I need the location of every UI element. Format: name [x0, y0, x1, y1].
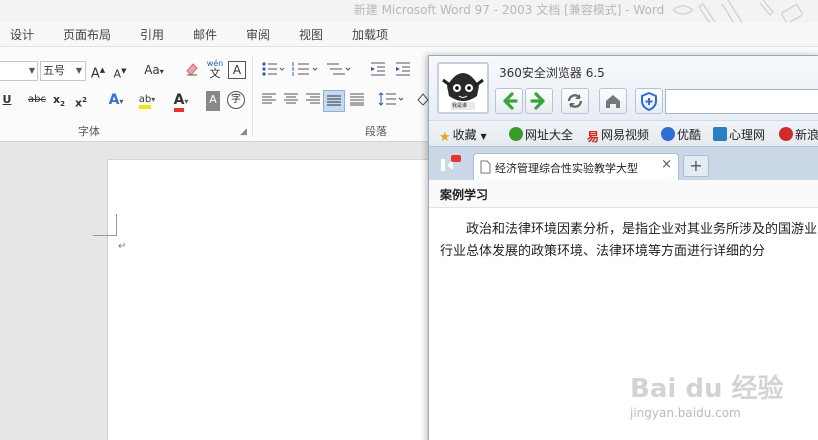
group-label-font: 字体 [78, 125, 100, 138]
plus-globe-icon [509, 127, 523, 141]
font-color-button[interactable]: A▾ [168, 91, 194, 112]
weibo-icon [779, 127, 793, 141]
shield-icon [641, 91, 657, 112]
align-center-icon[interactable] [282, 91, 300, 111]
line-spacing-icon[interactable] [377, 91, 407, 111]
grow-font-button[interactable]: A▲ [90, 61, 106, 81]
new-tab-button[interactable]: + [683, 155, 709, 177]
distributed-icon[interactable] [348, 91, 366, 111]
align-right-icon[interactable] [304, 91, 322, 111]
forward-button[interactable] [525, 88, 553, 114]
ribbon-tab-bar: 设计 页面布局 引用 邮件 审阅 视图 加载项 [0, 22, 818, 46]
chevron-down-icon: ▼ [75, 66, 82, 75]
multilevel-list-icon[interactable] [323, 61, 353, 81]
arrow-right-icon [530, 92, 545, 110]
watermark-brand: Bai du 经验 [630, 374, 784, 404]
phonetic-guide-button[interactable]: wén 文 [205, 59, 225, 79]
shrink-font-button[interactable]: A▼ [112, 62, 128, 82]
divider [252, 55, 253, 137]
font-name-select[interactable]: ▼ [0, 61, 38, 81]
fav-sina[interactable]: 新浪 [779, 126, 818, 143]
page-icon [480, 160, 491, 177]
tab-page-layout[interactable]: 页面布局 [63, 26, 111, 43]
tab-mailings[interactable]: 邮件 [193, 26, 217, 43]
change-case-button[interactable]: Aa▾ [140, 61, 168, 81]
chevron-down-icon: ▼ [28, 66, 35, 75]
favorites-menu[interactable]: ★ 收藏 ▼ [439, 126, 487, 145]
tab-references[interactable]: 引用 [140, 26, 164, 43]
article-paragraph: 政治和法律环境因素分析，是指企业对其业务所涉及的国游业行业总体发展的政策环境、法… [440, 222, 818, 259]
favorites-bar: ★ 收藏 ▼ 网址大全 易网易视频 优酷 心理网 新浪 [429, 120, 818, 146]
home-button[interactable] [599, 88, 627, 114]
security-button[interactable] [635, 88, 663, 114]
paragraph-mark: ↵ [118, 241, 127, 252]
highlight-button[interactable]: ab▾ [134, 91, 160, 111]
underline-button[interactable]: U [0, 91, 14, 111]
superscript-button[interactable]: x2 [72, 91, 90, 111]
decrease-indent-icon[interactable] [368, 61, 388, 81]
tab-view[interactable]: 视图 [299, 26, 323, 43]
play-icon [661, 127, 675, 141]
font-size-value: 五号 [43, 64, 65, 77]
fav-psychology-site[interactable]: 心理网 [713, 126, 765, 143]
netease-icon: 易 [587, 130, 600, 144]
clear-format-icon[interactable] [183, 61, 201, 81]
browser-tab-active[interactable]: 经济管理综合性实验教学大型 × [473, 153, 679, 181]
subscript-button[interactable]: x2 [50, 91, 68, 111]
increase-indent-icon[interactable] [393, 61, 413, 81]
address-bar[interactable] [665, 89, 818, 114]
tab-review[interactable]: 审阅 [246, 26, 270, 43]
tab-add-ins[interactable]: 加载项 [352, 26, 388, 43]
section-title: 案例学习 [440, 188, 489, 202]
enclose-characters-button[interactable]: 字 [227, 91, 245, 109]
justify-icon[interactable] [323, 90, 345, 112]
refresh-button[interactable] [561, 88, 589, 114]
numbering-icon[interactable] [290, 61, 320, 81]
group-label-paragraph: 段落 [365, 125, 387, 138]
browser-title: 360安全浏览器 6.5 [499, 66, 605, 80]
browser-header: 我是谁 360安全浏览器 6.5 [429, 56, 818, 120]
bullets-icon[interactable] [260, 61, 286, 81]
browser-tab-label: 经济管理综合性实验教学大型 [495, 162, 638, 175]
home-icon [606, 95, 620, 108]
back-button[interactable] [495, 88, 523, 114]
character-shading-button[interactable]: A [206, 91, 220, 111]
text-effects-button[interactable]: A▾ [104, 91, 128, 111]
dialog-launcher-icon[interactable]: ◢ [240, 127, 247, 137]
document-page[interactable] [107, 159, 437, 440]
refresh-icon [567, 94, 583, 108]
character-border-button[interactable]: A [228, 61, 246, 79]
section-header: 案例学习 [429, 180, 818, 208]
font-size-select[interactable]: 五号 ▼ [40, 61, 86, 81]
avatar[interactable]: 我是谁 [437, 62, 489, 114]
tab-design[interactable]: 设计 [10, 26, 34, 43]
watermark-url: jingyan.baidu.com [630, 406, 741, 420]
margin-marker [93, 214, 117, 236]
close-icon[interactable]: × [661, 157, 672, 172]
avatar-caption: 我是谁 [452, 103, 468, 109]
fav-youku[interactable]: 优酷 [661, 126, 701, 143]
browser-tab-strip: 经济管理综合性实验教学大型 × + [429, 146, 818, 181]
star-icon: ★ [439, 130, 451, 145]
fav-netease-video[interactable]: 易网易视频 [587, 126, 649, 145]
site-icon [713, 127, 727, 141]
watermark: Bai du 经验 jingyan.baidu.com [600, 360, 818, 440]
sidebar-toggle-icon[interactable] [439, 155, 461, 175]
fav-site-directory[interactable]: 网址大全 [509, 126, 573, 143]
align-left-icon[interactable] [260, 91, 278, 111]
strikethrough-button[interactable]: abc [26, 91, 48, 111]
arrow-left-icon [503, 92, 518, 110]
